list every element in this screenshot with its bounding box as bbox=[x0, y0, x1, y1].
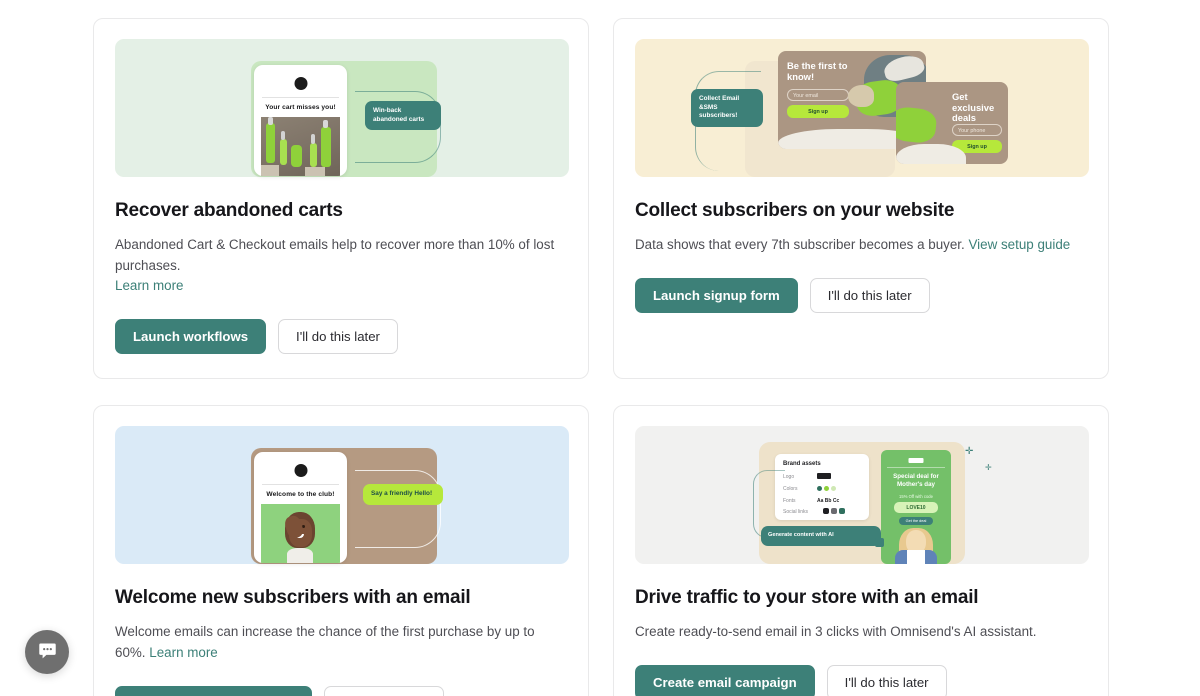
illustration-badge-label: Say a friendly Hello! bbox=[371, 490, 433, 498]
illustration-badge-label: Win-back abandoned carts bbox=[373, 107, 425, 123]
launch-workflows-button[interactable]: Launch workflows bbox=[115, 319, 267, 355]
illustration-drive-traffic: Brand assets Logo Colors Fonts Aa Bb Cc … bbox=[635, 426, 1089, 565]
popup-heading: Be the first to know! bbox=[787, 60, 848, 82]
divider bbox=[262, 97, 339, 98]
card-actions: Launch workflows I'll do this later bbox=[115, 319, 567, 355]
email-promo-code: LOVE10 bbox=[894, 502, 938, 514]
popup-secondary: Get exclusive deals Your phone Sign up bbox=[896, 82, 1008, 164]
card-title: Recover abandoned carts bbox=[115, 200, 343, 221]
create-welcome-workflow-button[interactable]: Create welcome workflow bbox=[115, 685, 313, 696]
page-root: Win-back abandoned carts Your cart misse… bbox=[0, 0, 1200, 696]
do-this-later-button[interactable]: I'll do this later bbox=[324, 685, 445, 696]
create-email-campaign-button[interactable]: Create email campaign bbox=[635, 664, 815, 696]
popup-signup-button[interactable]: Sign up bbox=[787, 105, 849, 118]
product-photo bbox=[261, 117, 340, 176]
illustration-badge: Generate content with AI bbox=[761, 526, 881, 546]
popup-email-input[interactable]: Your email bbox=[787, 89, 849, 101]
card-description: Create ready-to-send email in 3 clicks w… bbox=[635, 622, 1087, 643]
email-cta-button[interactable]: Get the deal bbox=[899, 517, 933, 526]
social-icon bbox=[831, 508, 837, 515]
email-logo-icon bbox=[908, 458, 924, 464]
phone-heading: Welcome to the club! bbox=[266, 491, 335, 499]
illustration-recover-abandoned-carts: Win-back abandoned carts Your cart misse… bbox=[115, 39, 569, 177]
chat-bubble-icon bbox=[37, 640, 58, 664]
email-preview: Special deal for Mother's day 15% Off wi… bbox=[881, 450, 951, 565]
email-subtext: 15% Off with code bbox=[899, 494, 933, 500]
learn-more-link[interactable]: Learn more bbox=[149, 645, 217, 660]
card-welcome-new-subscribers: Say a friendly Hello! Welcome to the clu… bbox=[93, 405, 589, 696]
illustration-welcome-new-subscribers: Say a friendly Hello! Welcome to the clu… bbox=[115, 426, 569, 565]
brand-assets-title: Brand assets bbox=[783, 461, 821, 468]
social-icon bbox=[839, 508, 845, 515]
phone-heading: Your cart misses you! bbox=[265, 104, 336, 111]
card-recover-abandoned-carts: Win-back abandoned carts Your cart misse… bbox=[93, 18, 589, 380]
popup-heading: Get exclusive deals bbox=[952, 91, 995, 124]
illustration-badge: Say a friendly Hello! bbox=[363, 484, 443, 505]
sparkle-icon: ✛ bbox=[965, 446, 974, 458]
card-drive-traffic-to-store: Brand assets Logo Colors Fonts Aa Bb Cc … bbox=[613, 405, 1109, 696]
view-setup-guide-link[interactable]: View setup guide bbox=[968, 237, 1070, 252]
brand-logo-icon bbox=[294, 464, 307, 478]
divider bbox=[262, 484, 339, 486]
logo-swatch-icon bbox=[817, 473, 831, 480]
card-title: Drive traffic to your store with an emai… bbox=[635, 587, 979, 609]
subscriber-photo bbox=[261, 504, 340, 564]
brand-assets-panel: Brand assets Logo Colors Fonts Aa Bb Cc … bbox=[775, 454, 869, 521]
onboarding-card-grid: Win-back abandoned carts Your cart misse… bbox=[93, 18, 1109, 696]
card-description: Data shows that every 7th subscriber bec… bbox=[635, 235, 1087, 256]
learn-more-link[interactable]: Learn more bbox=[115, 278, 183, 293]
card-description: Abandoned Cart & Checkout emails help to… bbox=[115, 235, 567, 297]
color-swatch-icon bbox=[824, 486, 829, 492]
card-actions: Create email campaign I'll do this later bbox=[635, 664, 1087, 696]
card-description-text: Abandoned Cart & Checkout emails help to… bbox=[115, 236, 555, 273]
brand-assets-row-social: Social links bbox=[783, 509, 809, 516]
do-this-later-button[interactable]: I'll do this later bbox=[826, 664, 947, 696]
illustration-collect-subscribers: Be the first to know! Your email Sign up… bbox=[635, 39, 1089, 177]
social-icon bbox=[823, 508, 829, 515]
font-sample: Aa Bb Cc bbox=[817, 498, 840, 505]
popup-phone-input[interactable]: Your phone bbox=[952, 124, 1002, 136]
connector-line bbox=[355, 470, 441, 549]
color-swatch-icon bbox=[817, 486, 822, 492]
phone-mockup: Welcome to the club! bbox=[254, 452, 347, 564]
card-description-text: Create ready-to-send email in 3 clicks w… bbox=[635, 624, 1037, 639]
card-actions: Launch signup form I'll do this later bbox=[635, 277, 1087, 313]
card-actions: Create welcome workflow I'll do this lat… bbox=[115, 685, 567, 696]
brand-logo-icon bbox=[294, 77, 307, 90]
do-this-later-button[interactable]: I'll do this later bbox=[809, 277, 930, 313]
card-description: Welcome emails can increase the chance o… bbox=[115, 622, 567, 664]
email-heading: Special deal for Mother's day bbox=[893, 473, 939, 488]
illustration-badge: Collect Email &SMS subscribers! bbox=[691, 89, 763, 127]
card-title: Collect subscribers on your website bbox=[635, 200, 955, 221]
card-description-text: Data shows that every 7th subscriber bec… bbox=[635, 236, 965, 252]
color-swatch-icon bbox=[831, 486, 836, 492]
do-this-later-button[interactable]: I'll do this later bbox=[278, 319, 398, 355]
card-collect-subscribers: Be the first to know! Your email Sign up… bbox=[613, 18, 1109, 380]
illustration-badge-label: Collect Email &SMS subscribers! bbox=[699, 95, 740, 120]
launch-signup-form-button[interactable]: Launch signup form bbox=[635, 277, 798, 313]
phone-mockup: Your cart misses you! bbox=[254, 65, 347, 176]
illustration-stage: Brand assets Logo Colors Fonts Aa Bb Cc … bbox=[635, 426, 1089, 565]
brand-assets-row-colors: Colors bbox=[783, 486, 798, 493]
illustration-badge-label: Generate content with AI bbox=[768, 532, 834, 539]
divider bbox=[887, 467, 945, 469]
sparkle-icon: ✛ bbox=[985, 463, 992, 473]
chat-launcher-button[interactable] bbox=[25, 630, 69, 674]
illustration-badge: Win-back abandoned carts bbox=[365, 101, 441, 131]
ai-node-icon bbox=[875, 538, 884, 548]
illustration-stage: Be the first to know! Your email Sign up… bbox=[635, 39, 1089, 177]
card-title: Welcome new subscribers with an email bbox=[115, 587, 471, 609]
